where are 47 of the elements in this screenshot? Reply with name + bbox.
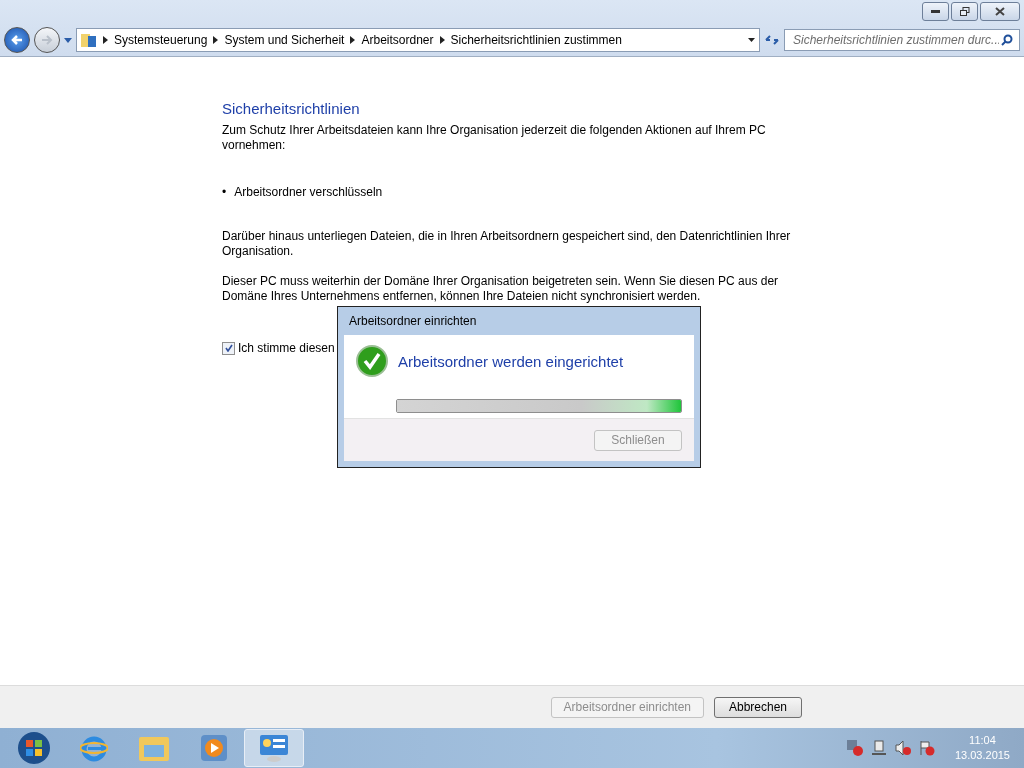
search-field[interactable]: Sicherheitsrichtlinien zustimmen durc... bbox=[784, 29, 1020, 51]
taskbar-app[interactable] bbox=[244, 729, 304, 767]
bullet-text: Arbeitsordner verschlüsseln bbox=[234, 185, 383, 199]
clock-time: 11:04 bbox=[969, 733, 996, 748]
dropdown-icon[interactable] bbox=[748, 38, 755, 42]
start-orb-icon bbox=[17, 731, 51, 765]
browser-icon bbox=[80, 734, 108, 762]
clock-date: 13.03.2015 bbox=[954, 748, 1010, 763]
close-button[interactable] bbox=[980, 2, 1020, 21]
minimize-icon bbox=[931, 10, 940, 13]
minimize-button[interactable] bbox=[922, 2, 949, 21]
breadcrumb-arrow-icon[interactable] bbox=[350, 36, 356, 44]
breadcrumb-item[interactable]: Systemsteuerung bbox=[114, 33, 208, 47]
intro-text: Zum Schutz Ihrer Arbeitsdateien kann Ihre Organisation jederzeit die folgenden Aktionen auf Ihrem PC vornehmen: bbox=[222, 123, 767, 153]
folder-icon bbox=[139, 735, 169, 761]
restore-icon bbox=[959, 7, 970, 16]
breadcrumb-item[interactable]: Sicherheitsrichtlinien zustimmen bbox=[450, 33, 622, 47]
back-arrow-icon bbox=[11, 35, 23, 45]
action-center-error-icon[interactable] bbox=[846, 740, 863, 756]
breadcrumb-arrow-icon[interactable] bbox=[439, 36, 445, 44]
bullet-marker: • bbox=[222, 185, 227, 199]
forward-button[interactable] bbox=[34, 27, 60, 53]
paragraph-text: Dieser PC muss weiterhin der Domäne Ihrer Organisation beigetreten sein. Wenn Sie diesen PC aus der Domäne Ihres Unternehmens entfernen, können Ihre Dateien nicht synchronisiert werden. bbox=[222, 274, 780, 304]
breadcrumb-arrow-icon[interactable] bbox=[103, 36, 108, 44]
media-player-icon bbox=[201, 735, 227, 761]
dialog-message: Arbeitsordner werden eingerichtet bbox=[398, 352, 624, 370]
paragraph-text: Darüber hinaus unterliegen Dateien, die in Ihren Arbeitsordnern gespeichert sind, den Datenrichtlinien Ihrer Organisation. bbox=[222, 229, 792, 259]
checkmark-icon bbox=[356, 345, 388, 377]
forward-arrow-icon bbox=[41, 35, 53, 45]
flag-error-icon[interactable] bbox=[918, 740, 935, 756]
refresh-icon[interactable] bbox=[764, 34, 780, 46]
control-panel-icon bbox=[259, 734, 289, 762]
back-button[interactable] bbox=[4, 27, 30, 53]
search-icon bbox=[1001, 34, 1013, 46]
breadcrumb-item[interactable]: System und Sicherheit bbox=[224, 33, 345, 47]
restore-button[interactable] bbox=[951, 2, 978, 21]
breadcrumb-item[interactable]: Arbeitsordner bbox=[361, 33, 434, 47]
agree-label[interactable]: Ich stimme diesen bbox=[238, 341, 335, 355]
address-bar[interactable]: Systemsteuerung System und Sicherheit Arbeitsordner Sicherheitsrichtlinien zustimmen bbox=[76, 28, 760, 52]
agree-checkbox[interactable] bbox=[222, 341, 235, 355]
page-heading: Sicherheitsrichtlinien bbox=[222, 100, 361, 117]
dialog-title: Arbeitsordner einrichten bbox=[348, 313, 478, 330]
close-icon bbox=[995, 7, 1005, 16]
breadcrumb-arrow-icon[interactable] bbox=[213, 36, 219, 44]
footer-button[interactable]: Abbrechen bbox=[714, 696, 802, 718]
control-panel-icon bbox=[81, 32, 97, 48]
speaker-muted-icon[interactable] bbox=[894, 740, 911, 756]
